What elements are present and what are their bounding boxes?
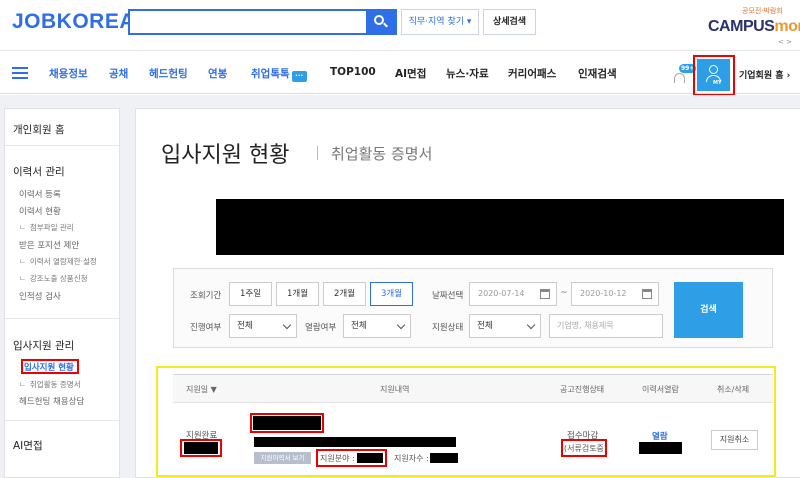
cancel-application-button[interactable]: 지원취소 [711, 430, 758, 450]
job-region-finder-button[interactable]: 직무·지역 찾기 ▾ [401, 9, 479, 35]
hamburger-menu-icon[interactable] [12, 67, 28, 79]
period-label: 조회기간 [190, 291, 222, 301]
status-select-value: 전체 [477, 321, 493, 331]
calendar-icon[interactable] [540, 289, 550, 299]
highlight-review-status [561, 439, 607, 457]
read-label: 열람여부 [305, 323, 337, 333]
search-button[interactable] [366, 11, 395, 33]
resume-opened-link[interactable]: 열람 [652, 430, 668, 442]
sidebar-divider [5, 145, 119, 146]
date-to-value: 2020-10-12 [580, 289, 627, 298]
sidebar-section-apply: 입사지원 관리 [13, 340, 75, 352]
sidebar-home[interactable]: 개인회원 홈 [13, 122, 65, 137]
highlight-company [250, 413, 324, 433]
title-separator [317, 146, 318, 160]
campusmon-logo[interactable]: CAMPUSmon [708, 18, 800, 36]
redacted-read-date [639, 442, 682, 454]
date-range-tilde: ~ [560, 288, 568, 298]
applicants-label: 지원자수 : [394, 454, 429, 463]
activity-certificate-link[interactable]: 취업활동 증명서 [331, 143, 432, 164]
th-notice-status: 공고진행상태 [560, 385, 605, 394]
date-from-field[interactable]: 2020-07-14 [469, 282, 557, 306]
sidebar-divider [5, 318, 119, 319]
sidebar-section-ai[interactable]: AI면접 [13, 438, 43, 453]
nav-item-top100[interactable]: TOP100 [330, 66, 376, 78]
sidebar-item-attachments[interactable]: ㄴ 첨부파일 관리 [19, 222, 74, 233]
sidebar-item-resume-status[interactable]: 이력서 현황 [19, 205, 61, 217]
highlight-my-page [693, 55, 735, 96]
sidebar-item-highlight-product[interactable]: ㄴ 강조노출 상품신청 [19, 273, 88, 284]
search-box [128, 9, 397, 35]
nav-item-salary[interactable]: 연봉 [208, 66, 227, 81]
th-cancel-delete: 취소/삭제 [717, 385, 750, 394]
redacted-banner [216, 199, 784, 255]
page-title: 입사지원 현황 [161, 143, 290, 168]
calendar-icon[interactable] [642, 289, 652, 299]
jobkorea-logo[interactable]: JOBKOREA [12, 10, 135, 34]
status-label: 지원상태 [432, 323, 464, 333]
chevron-down-icon [396, 320, 406, 330]
top-header: JOBKOREA 직무·지역 찾기 ▾ 상세검색 공모전·박람회 CAMPUSm… [0, 0, 800, 50]
search-input[interactable] [130, 11, 367, 33]
progress-select[interactable]: 전체 [229, 314, 297, 338]
campus-subtitle[interactable]: 공모전·박람회 [742, 6, 783, 16]
company-search-input[interactable]: 기업명, 채용제목 [549, 314, 663, 338]
nav-item-career-path[interactable]: 커리어패스 [508, 66, 556, 81]
nav-item-news[interactable]: 뉴스·자료 [446, 66, 489, 81]
highlight-field [316, 449, 387, 467]
filter-search-button[interactable]: 검색 [674, 282, 743, 338]
sidebar-section-resume: 이력서 관리 [13, 166, 65, 178]
sidebar-item-view-restriction[interactable]: ㄴ 이력서 열람제한·설정 [19, 256, 97, 267]
sidebar-item-resume-register[interactable]: 이력서 등록 [19, 188, 61, 200]
nav-item-job-talk-label: 취업톡톡 [251, 68, 290, 80]
progress-label: 진행여부 [190, 323, 222, 333]
period-1week-button[interactable]: 1주일 [229, 282, 272, 306]
nav-item-headhunting[interactable]: 헤드헌팅 [149, 66, 188, 81]
date-from-value: 2020-07-14 [478, 289, 525, 298]
sidebar-item-position-offers[interactable]: 받은 포지션 제안 [19, 239, 79, 251]
th-apply-details: 지원내역 [380, 385, 410, 394]
read-select[interactable]: 전체 [343, 314, 411, 338]
redacted-applicants [430, 453, 458, 463]
th-apply-date[interactable]: 지원일 ▼ [186, 384, 217, 395]
period-2month-button[interactable]: 2개월 [323, 282, 366, 306]
campus-logo-text: CAMPUS [708, 18, 775, 35]
notification-bell-icon[interactable]: 99+ [670, 64, 697, 86]
chevron-down-icon [282, 320, 292, 330]
sidebar-item-activity-certificate[interactable]: ㄴ 취업활동 증명서 [19, 379, 81, 390]
sidebar-item-aptitude-test[interactable]: 인적성 검사 [19, 290, 61, 302]
sidebar-divider [5, 420, 119, 421]
th-resume-read: 이력서열람 [642, 385, 679, 394]
nav-item-jobs[interactable]: 채용정보 [49, 66, 88, 81]
date-label: 날짜선택 [432, 291, 464, 301]
nav-item-job-talk[interactable]: 취업톡톡 ··· [251, 66, 307, 82]
highlight-apply-status [21, 359, 79, 374]
status-select[interactable]: 전체 [469, 314, 541, 338]
corporate-home-link[interactable]: 기업회원 홈 › [739, 68, 790, 81]
nav-item-talent-search[interactable]: 인재검색 [578, 66, 617, 81]
chat-bubble-icon: ··· [291, 71, 307, 82]
nav-item-public-recruit[interactable]: 공채 [109, 66, 128, 81]
sidebar-item-headhunting-consult[interactable]: 헤드헌팅 채용상담 [19, 395, 84, 407]
highlight-date [180, 439, 222, 457]
read-select-value: 전체 [351, 321, 367, 331]
progress-select-value: 전체 [237, 321, 253, 331]
period-3month-button[interactable]: 3개월 [370, 282, 413, 306]
table-header [173, 374, 773, 403]
nav-item-ai-interview[interactable]: AI면접 [395, 66, 426, 81]
chevron-down-icon [526, 320, 536, 330]
campus-logo-text-mon: mon [774, 18, 800, 35]
period-1month-button[interactable]: 1개월 [276, 282, 319, 306]
campus-banner-arrows[interactable]: < > [778, 38, 792, 46]
redacted-job-title [254, 437, 456, 447]
detail-search-button[interactable]: 상세검색 [483, 9, 536, 35]
view-applied-resume-button[interactable]: 지원이력서 보기 [254, 452, 311, 464]
date-to-field[interactable]: 2020-10-12 [571, 282, 659, 306]
